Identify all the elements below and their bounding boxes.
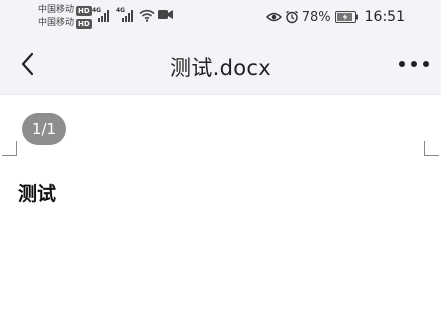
carrier-line-1: 中国移动 HD (38, 4, 98, 17)
top-navigation-bar: 测试.docx (0, 36, 441, 95)
carrier-name-2: 中国移动 (38, 18, 75, 28)
carrier-name-1: 中国移动 (38, 5, 75, 15)
signal-indicators: 4G 4G (92, 7, 140, 22)
page-indicator: 1/1 (22, 113, 66, 145)
battery-percent: 78% (301, 9, 331, 25)
page-corner-mark-right (424, 141, 439, 156)
document-content-area[interactable]: 1/1 测试 (0, 95, 441, 330)
document-body-text[interactable]: 测试 (18, 179, 56, 206)
hd-badge-2: HD (76, 18, 92, 29)
document-viewer-screen: 中国移动 HD 中国移动 HD 4G 4G 78% 16:51 测试.docx … (0, 0, 441, 330)
signal-icon-1: 4G (92, 7, 112, 22)
alarm-icon (285, 10, 298, 24)
video-icon (158, 10, 173, 19)
hd-badge-1: HD (76, 5, 92, 16)
carrier-line-2: 中国移动 HD (38, 17, 98, 30)
wifi-icon (139, 9, 155, 22)
eye-icon (265, 12, 282, 22)
more-horizontal-icon-dot (411, 61, 417, 67)
page-corner-mark-left (2, 141, 17, 156)
more-horizontal-icon-dot (423, 61, 429, 67)
clock: 16:51 (364, 9, 405, 25)
more-horizontal-icon-dot (399, 61, 405, 67)
page-title: 测试.docx (170, 56, 271, 80)
status-bar: 中国移动 HD 中国移动 HD 4G 4G 78% 16:51 (0, 0, 441, 36)
right-status-group: 78% 16:51 (265, 8, 405, 26)
battery-icon (334, 11, 358, 23)
carrier-info: 中国移动 HD 中国移动 HD (38, 4, 98, 30)
more-options-button[interactable] (399, 52, 429, 76)
signal-icon-2: 4G (116, 7, 136, 22)
